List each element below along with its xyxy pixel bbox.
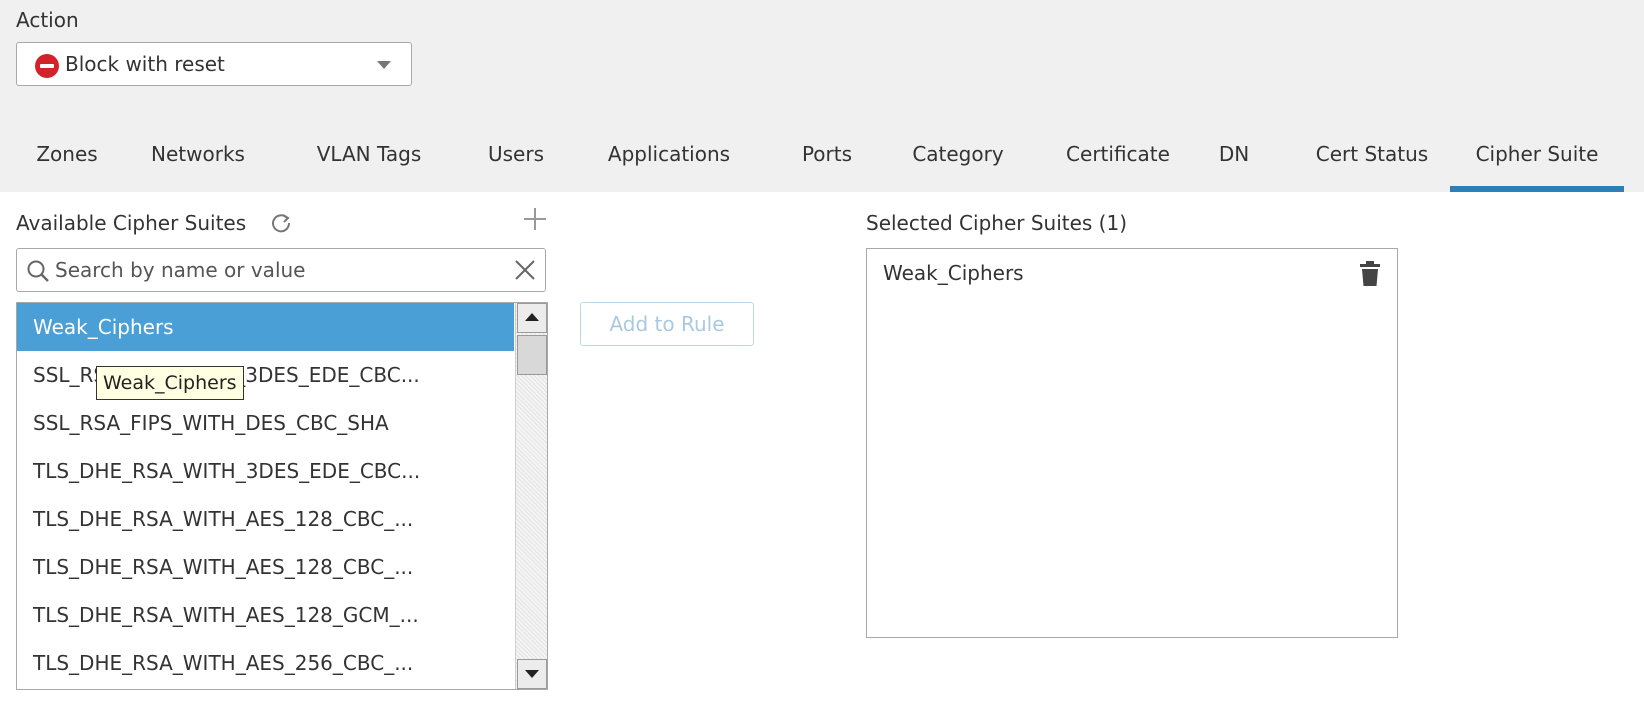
action-label: Action bbox=[16, 8, 79, 32]
selected-list-item[interactable]: Weak_Ciphers bbox=[867, 249, 1397, 297]
list-item[interactable]: TLS_DHE_RSA_WITH_AES_256_CBC_... bbox=[17, 639, 514, 687]
search-input[interactable] bbox=[55, 254, 495, 286]
tab-cert-status[interactable]: Cert Status bbox=[1296, 134, 1448, 192]
selected-item-label: Weak_Ciphers bbox=[883, 261, 1024, 285]
list-item[interactable]: TLS_DHE_RSA_WITH_AES_128_CBC_... bbox=[17, 495, 514, 543]
chevron-down-icon bbox=[377, 61, 391, 69]
block-icon bbox=[35, 54, 59, 78]
selected-cipher-list: Weak_Ciphers bbox=[866, 248, 1398, 638]
tab-cipher-suite[interactable]: Cipher Suite bbox=[1450, 134, 1624, 192]
list-item[interactable]: TLS_DHE_RSA_WITH_AES_128_CBC_... bbox=[17, 543, 514, 591]
scroll-thumb[interactable] bbox=[517, 335, 547, 375]
available-cipher-list: Weak_Ciphers SSL_RSA_FIPS_WITH_3DES_EDE_… bbox=[16, 302, 548, 690]
list-scrollbar[interactable] bbox=[515, 303, 547, 689]
list-item[interactable]: TLS_DHE_RSA_WITH_3DES_EDE_CBC... bbox=[17, 447, 514, 495]
list-item[interactable]: SSL_RSA_FIPS_WITH_3DES_EDE_CBC... bbox=[17, 351, 514, 399]
close-icon[interactable] bbox=[513, 258, 537, 282]
selected-cipher-suites-label: Selected Cipher Suites (1) bbox=[866, 211, 1128, 235]
tab-dn[interactable]: DN bbox=[1212, 134, 1256, 192]
tab-ports[interactable]: Ports bbox=[784, 134, 870, 192]
active-tab-indicator bbox=[1450, 186, 1624, 192]
action-dropdown[interactable]: Block with reset bbox=[16, 42, 412, 86]
search-field[interactable] bbox=[16, 248, 546, 292]
trash-icon[interactable] bbox=[1359, 261, 1381, 287]
list-item[interactable]: TLS_DHE_RSA_WITH_AES_128_GCM_... bbox=[17, 591, 514, 639]
scroll-down-button[interactable] bbox=[517, 659, 547, 689]
rule-header-area: Action Block with reset Zones Networks V… bbox=[0, 0, 1644, 192]
tooltip: Weak_Ciphers bbox=[96, 366, 244, 400]
tab-applications[interactable]: Applications bbox=[586, 134, 752, 192]
tab-certificate[interactable]: Certificate bbox=[1048, 134, 1188, 192]
search-icon bbox=[27, 260, 49, 282]
tab-zones[interactable]: Zones bbox=[16, 134, 118, 192]
tab-category[interactable]: Category bbox=[892, 134, 1024, 192]
plus-icon[interactable] bbox=[522, 206, 548, 232]
available-cipher-suites-label: Available Cipher Suites bbox=[16, 211, 247, 235]
scroll-up-button[interactable] bbox=[517, 303, 547, 333]
list-item[interactable]: Weak_Ciphers bbox=[17, 303, 514, 351]
tab-networks[interactable]: Networks bbox=[134, 134, 262, 192]
action-value: Block with reset bbox=[65, 52, 225, 76]
refresh-icon[interactable] bbox=[270, 212, 292, 234]
list-item[interactable]: SSL_RSA_FIPS_WITH_DES_CBC_SHA bbox=[17, 399, 514, 447]
tab-vlan-tags[interactable]: VLAN Tags bbox=[304, 134, 434, 192]
add-to-rule-button[interactable]: Add to Rule bbox=[580, 302, 754, 346]
tab-users[interactable]: Users bbox=[472, 134, 560, 192]
